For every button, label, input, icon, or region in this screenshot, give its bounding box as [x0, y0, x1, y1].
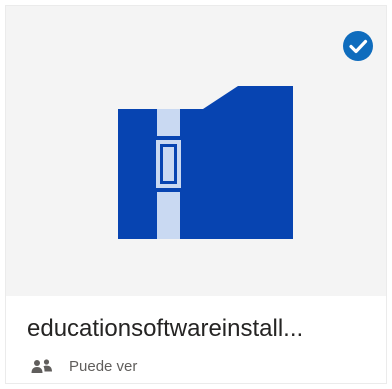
file-thumbnail[interactable]: [6, 6, 386, 296]
people-icon: [31, 359, 52, 373]
package-file-icon: [118, 86, 293, 239]
permission-label: Puede ver: [69, 357, 138, 375]
file-name[interactable]: educationsoftwareinstall...: [27, 315, 377, 343]
sharing-status: Puede ver: [31, 356, 137, 376]
checkmark-circle-icon[interactable]: [342, 30, 374, 62]
file-tile[interactable]: educationsoftwareinstall... Puede ver: [5, 5, 387, 384]
